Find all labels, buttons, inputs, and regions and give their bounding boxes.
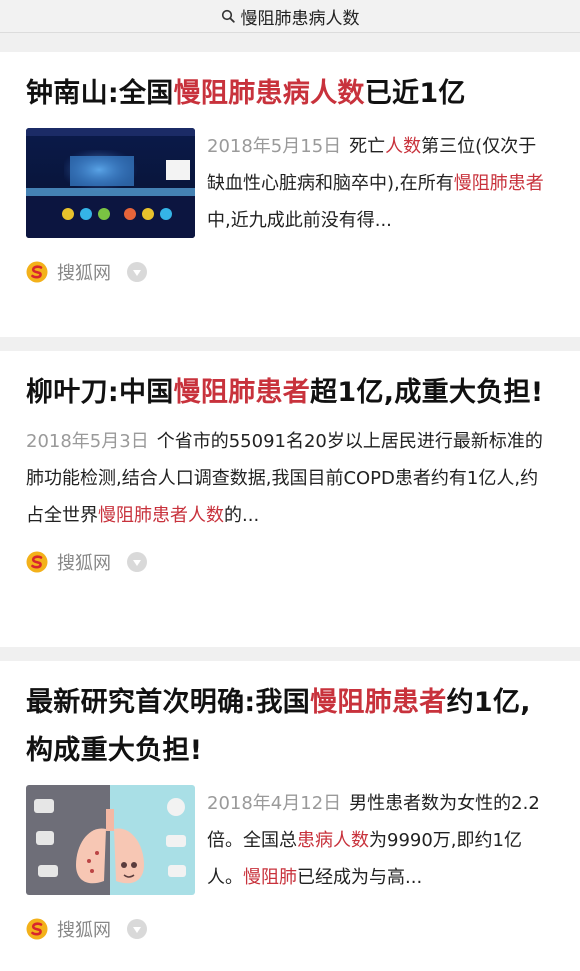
title-highlight: 慢阻肺患者 [310,687,447,718]
search-query: 慢阻肺患病人数 [240,8,360,29]
sohu-logo-icon [26,918,48,940]
source-name: 搜狐网 [57,553,111,574]
result-card[interactable]: 柳叶刀:中国慢阻肺患者超1亿,成重大负担! 2018年5月3日 个省市的55091… [0,351,580,647]
title-text: 最新研究首次明确:我国 [26,687,311,718]
result-source: 搜狐网 [26,534,554,590]
title-highlight: 慢阻肺患者 [173,377,311,408]
source-name: 搜狐网 [57,920,111,941]
result-title[interactable]: 钟南山:全国慢阻肺患病人数已近1亿 [26,70,554,118]
search-icon [221,9,235,23]
lungs-illustration-image [26,785,195,895]
result-card[interactable]: 钟南山:全国慢阻肺患病人数已近1亿 2018年5月15日 死亡人数第三位(仅次于… [0,52,580,337]
title-text: 柳叶刀:中国 [26,377,174,408]
result-thumbnail[interactable] [26,128,195,238]
chevron-down-icon[interactable] [127,552,147,572]
result-source: 搜狐网 [26,896,554,962]
result-snippet: 2018年4月12日 男性患者数为女性的2.2倍。全国总患病人数为9990万,即约… [207,793,540,888]
result-snippet: 2018年5月3日 个省市的55091名20岁以上居民进行最新标准的肺功能检测,结… [26,431,543,526]
sohu-logo-icon [26,261,48,283]
result-date: 2018年4月12日 [207,793,342,814]
source-name: 搜狐网 [57,263,111,284]
title-text: 超1亿,成重大负担! [310,377,544,408]
result-date: 2018年5月3日 [26,431,149,452]
result-title[interactable]: 柳叶刀:中国慢阻肺患者超1亿,成重大负担! [26,369,554,417]
result-source: 搜狐网 [26,239,554,305]
title-text: 已近1亿 [364,78,466,109]
result-card[interactable]: 最新研究首次明确:我国慢阻肺患者约1亿,构成重大负担! 2018年4月12日 男… [0,661,580,971]
title-text: 钟南山:全国 [26,78,174,109]
result-body: 2018年4月12日 男性患者数为女性的2.2倍。全国总患病人数为9990万,即约… [26,785,554,896]
chevron-down-icon[interactable] [127,262,147,282]
top-gap [0,33,580,52]
result-title[interactable]: 最新研究首次明确:我国慢阻肺患者约1亿,构成重大负担! [26,679,554,775]
result-date: 2018年5月15日 [207,136,342,157]
search-header[interactable]: 慢阻肺患病人数 [0,0,580,33]
result-body: 2018年5月15日 死亡人数第三位(仅次于缺血性心脏病和脑卒中),在所有慢阻肺患… [26,128,554,239]
conference-stage-image [26,128,195,238]
title-highlight: 慢阻肺患病人数 [173,78,365,109]
chevron-down-icon[interactable] [127,919,147,939]
sohu-logo-icon [26,551,48,573]
result-snippet: 2018年5月15日 死亡人数第三位(仅次于缺血性心脏病和脑卒中),在所有慢阻肺患… [207,136,544,231]
result-thumbnail[interactable] [26,785,195,895]
